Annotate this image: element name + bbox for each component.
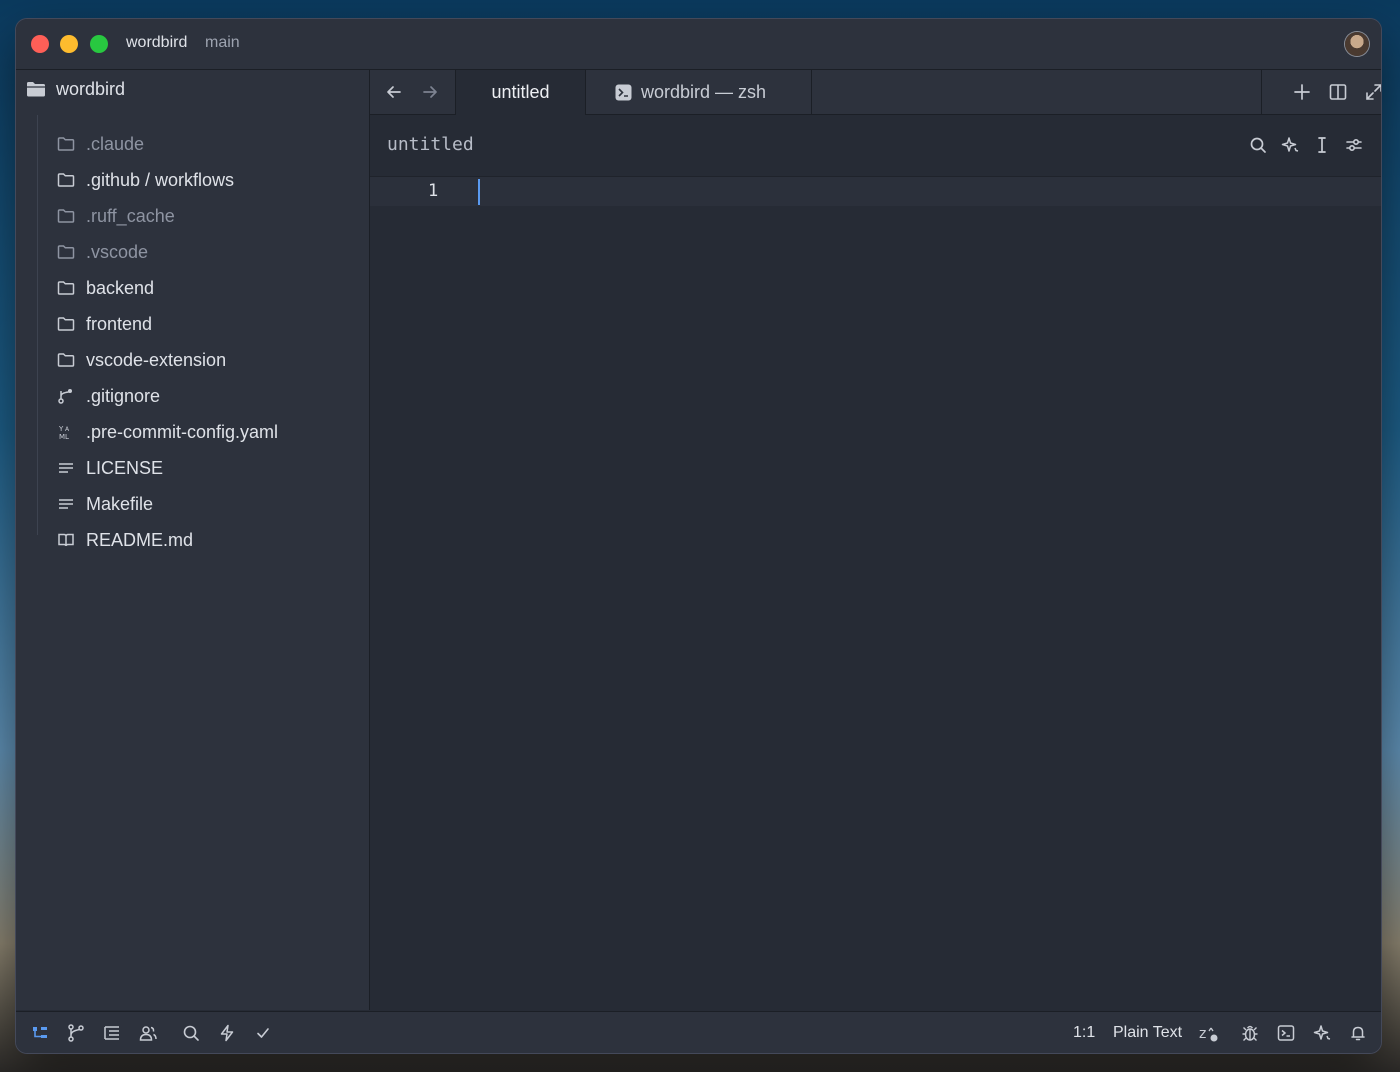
tab-untitled[interactable]: untitled — [455, 70, 586, 115]
debug-bug-icon[interactable] — [1240, 1023, 1260, 1043]
tree-item-label: .ruff_cache — [86, 205, 175, 226]
tree-item-label: .claude — [86, 133, 145, 154]
zoom-window-button[interactable] — [90, 35, 108, 53]
forward-button[interactable] — [420, 82, 440, 102]
tree-item-label: Makefile — [86, 493, 154, 514]
tree-indent-guide — [37, 115, 38, 535]
svg-text:A: A — [65, 426, 70, 433]
tab-label: wordbird — zsh — [641, 81, 767, 102]
git-branch-icon — [56, 386, 76, 406]
editor-title: untitled — [387, 134, 474, 155]
tree-item[interactable]: frontend — [56, 312, 152, 336]
search-icon[interactable] — [181, 1023, 201, 1043]
folder-icon — [56, 278, 76, 298]
tree-item[interactable]: .gitignore — [56, 384, 160, 408]
tree-item-label: .pre-commit-config.yaml — [86, 421, 279, 442]
text-cursor — [478, 179, 480, 205]
svg-text:z: z — [1199, 1026, 1206, 1042]
language-selector[interactable]: Plain Text — [1113, 1024, 1182, 1042]
tab-controls-divider — [1261, 70, 1262, 114]
settings-sliders-icon[interactable] — [1344, 135, 1364, 155]
folder-icon — [56, 314, 76, 334]
tree-item[interactable]: .github / workflows — [56, 168, 234, 192]
tree-item[interactable]: .ruff_cache — [56, 204, 175, 228]
outline-icon[interactable] — [102, 1023, 122, 1043]
text-editor[interactable]: 1 — [370, 177, 1381, 1010]
text-lines-icon — [56, 458, 76, 478]
branch-name[interactable]: main — [205, 34, 240, 52]
ai-sparkle-icon[interactable] — [1280, 135, 1300, 155]
project-name[interactable]: wordbird — [126, 34, 187, 52]
new-tab-button[interactable] — [1292, 82, 1312, 102]
status-bar: 1:1 Plain Text z — [16, 1011, 1381, 1053]
checkmark-icon[interactable] — [253, 1023, 273, 1043]
tab-terminal[interactable]: wordbird — zsh — [585, 70, 812, 114]
tree-item[interactable]: LICENSE — [56, 456, 163, 480]
maximize-icon[interactable] — [1364, 82, 1381, 102]
project-root-label: wordbird — [56, 78, 126, 99]
tree-item-label: README.md — [86, 529, 194, 550]
notification-bell-icon[interactable] — [1348, 1023, 1368, 1043]
tree-item[interactable]: Y A ML .pre-commit-config.yaml — [56, 420, 278, 444]
tree-item[interactable]: Makefile — [56, 492, 153, 516]
terminal-icon[interactable] — [1276, 1023, 1296, 1043]
project-panel: wordbird .claude .github / workflows .ru… — [16, 70, 370, 1010]
tree-item-label: .gitignore — [86, 385, 161, 406]
tree-item-label: frontend — [86, 313, 153, 334]
svg-text:Y: Y — [58, 425, 64, 433]
text-lines-icon — [56, 494, 76, 514]
book-icon — [56, 530, 76, 550]
folder-icon — [56, 206, 76, 226]
tree-item-label: .vscode — [86, 241, 149, 262]
editor-window: wordbird main wordbird .claude .github /… — [16, 19, 1381, 1053]
git-branch-icon[interactable] — [66, 1023, 86, 1043]
text-cursor-icon[interactable] — [1312, 135, 1332, 155]
tree-item-label: LICENSE — [86, 457, 164, 478]
collaborators-icon[interactable] — [138, 1023, 158, 1043]
folder-icon — [56, 350, 76, 370]
folder-icon — [56, 242, 76, 262]
tab-label: untitled — [491, 82, 550, 102]
search-icon[interactable] — [1248, 135, 1268, 155]
tree-item[interactable]: .claude — [56, 132, 144, 156]
open-folder-icon — [26, 80, 56, 98]
tree-item[interactable]: .vscode — [56, 240, 148, 264]
tree-item-label: .github / workflows — [86, 169, 235, 190]
tree-item[interactable]: vscode-extension — [56, 348, 226, 372]
current-line-highlight — [370, 177, 1381, 206]
project-root[interactable]: wordbird — [26, 78, 125, 100]
tree-item-label: backend — [86, 277, 155, 298]
tree-item[interactable]: README.md — [56, 528, 193, 552]
yaml-file-icon: Y A ML — [56, 422, 76, 442]
line-number: 1 — [428, 181, 439, 201]
folder-icon — [56, 170, 76, 190]
project-tree-icon[interactable] — [30, 1023, 50, 1043]
back-button[interactable] — [384, 82, 404, 102]
tree-item-label: vscode-extension — [86, 349, 227, 370]
split-pane-button[interactable] — [1328, 82, 1348, 102]
vim-mode-icon[interactable]: z — [1198, 1023, 1218, 1043]
user-avatar[interactable] — [1345, 32, 1369, 56]
title-bar: wordbird main — [16, 19, 1381, 70]
lightning-icon[interactable] — [217, 1023, 237, 1043]
minimize-window-button[interactable] — [60, 35, 78, 53]
close-window-button[interactable] — [31, 35, 49, 53]
ai-sparkle-icon[interactable] — [1312, 1023, 1332, 1043]
editor-toolbar: untitled — [370, 115, 1381, 177]
tab-bar: untitled wordbird — zsh — [370, 70, 1381, 115]
tree-item[interactable]: backend — [56, 276, 154, 300]
cursor-position[interactable]: 1:1 — [1073, 1024, 1095, 1042]
folder-icon — [56, 134, 76, 154]
terminal-icon — [615, 84, 632, 101]
svg-text:ML: ML — [59, 433, 69, 441]
